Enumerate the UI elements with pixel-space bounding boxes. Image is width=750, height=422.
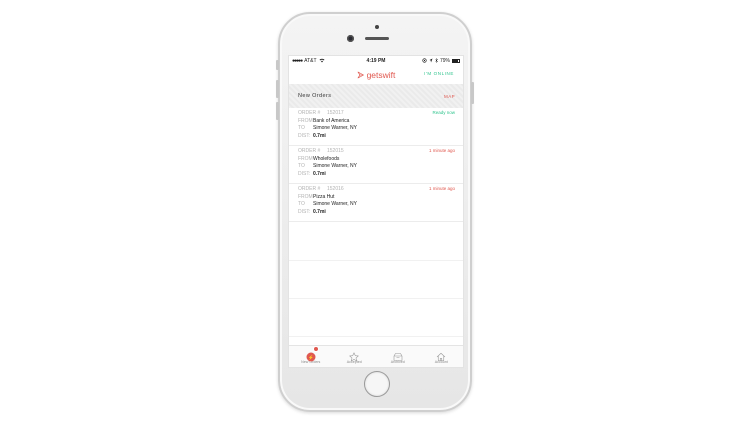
lock-rotation-icon xyxy=(422,57,427,65)
power-button[interactable] xyxy=(471,82,474,104)
order-number-label: ORDER # xyxy=(298,186,321,192)
app-header: getswift I'M ONLINE xyxy=(289,66,463,84)
home-icon xyxy=(436,349,446,362)
section-title: New Orders xyxy=(298,93,332,99)
divider xyxy=(289,261,463,299)
app-logo: getswift xyxy=(357,70,396,80)
orders-list: ORDER #152017 Ready now FROM Bank of Amer… xyxy=(289,108,463,222)
order-number-label: ORDER # xyxy=(298,110,321,116)
to-label: TO xyxy=(298,125,305,132)
clock: 4:19 PM xyxy=(366,58,386,64)
section-header: New Orders MAP xyxy=(289,84,463,108)
to-value: Simone Warner, NY xyxy=(313,163,357,170)
app-screen: ●●●●● AT&T 4:19 PM 79% getswift I'M ONLI… xyxy=(288,55,464,368)
front-camera xyxy=(347,35,354,42)
app-name: getswift xyxy=(366,70,396,80)
mute-switch[interactable] xyxy=(276,60,279,70)
carrier-label: AT&T xyxy=(304,58,317,64)
battery-percent: 79% xyxy=(439,58,450,64)
star-icon xyxy=(349,349,359,362)
empty-list-area xyxy=(289,223,463,337)
location-icon xyxy=(429,58,433,65)
battery-icon xyxy=(452,59,460,63)
dist-value: 0.7mi xyxy=(313,170,326,177)
status-bar: ●●●●● AT&T 4:19 PM 79% xyxy=(289,56,463,66)
swift-arrow-icon xyxy=(357,71,364,79)
wifi-icon xyxy=(319,58,325,65)
order-number: 152016 xyxy=(327,186,344,192)
bluetooth-icon xyxy=(435,57,438,65)
order-number: 152015 xyxy=(327,148,344,154)
from-value: Pizza Hut xyxy=(313,193,335,200)
online-toggle[interactable]: I'M ONLINE xyxy=(424,71,454,76)
divider xyxy=(289,223,463,261)
from-label: FROM xyxy=(298,193,313,200)
dist-value: 0.7mi xyxy=(313,132,326,139)
order-item[interactable]: ORDER # 152015 1 minute ago FROM Wholefood… xyxy=(289,146,463,184)
earpiece-speaker xyxy=(365,37,389,40)
order-item[interactable]: ORDER # 152016 1 minute ago FROM Pizza Hut… xyxy=(289,184,463,222)
tab-archived[interactable]: Archived xyxy=(376,346,420,367)
tab-account[interactable]: Account xyxy=(420,346,464,367)
dist-label: DIST: xyxy=(298,170,311,177)
from-value: Bank of America xyxy=(313,117,350,124)
home-button[interactable] xyxy=(364,371,390,397)
dist-label: DIST: xyxy=(298,208,311,215)
proximity-sensor xyxy=(375,25,379,29)
archive-icon xyxy=(393,349,403,361)
to-label: TO xyxy=(298,163,305,170)
volume-down-button[interactable] xyxy=(276,102,279,120)
to-label: TO xyxy=(298,201,305,208)
order-number-label: ORDER # xyxy=(298,148,321,154)
from-value: Wholefoods xyxy=(313,155,340,162)
from-label: FROM xyxy=(298,155,313,162)
new-orders-badge xyxy=(312,346,319,352)
volume-up-button[interactable] xyxy=(276,80,279,98)
to-value: Simone Warner, NY xyxy=(313,201,357,208)
to-value: Simone Warner, NY xyxy=(313,125,357,132)
dist-value: 0.7mi xyxy=(313,208,326,215)
signal-icon: ●●●●● xyxy=(292,58,303,64)
order-number: 152017 xyxy=(327,110,344,116)
dist-label: DIST: xyxy=(298,132,311,139)
orders-icon: ⚡ xyxy=(306,346,319,362)
order-status: Ready now xyxy=(432,110,455,115)
tab-new-orders[interactable]: ⚡ New Orders xyxy=(289,346,333,367)
order-status: 1 minute ago xyxy=(428,148,455,153)
divider xyxy=(289,299,463,337)
from-label: FROM xyxy=(298,117,313,124)
order-item[interactable]: ORDER # 152017 Ready now FROM Bank of Amer… xyxy=(289,108,463,146)
map-button[interactable]: MAP xyxy=(444,94,455,99)
tab-accepted[interactable]: Accepted xyxy=(333,346,377,367)
order-status: 1 minute ago xyxy=(428,186,455,191)
tab-bar: ⚡ New Orders Accepted Archived Account xyxy=(289,345,463,367)
svg-text:⚡: ⚡ xyxy=(308,354,314,361)
